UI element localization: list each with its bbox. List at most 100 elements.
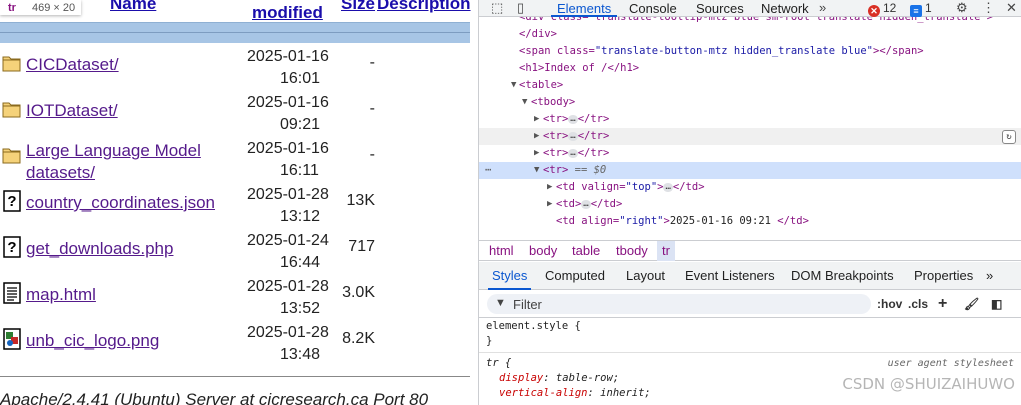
file-link[interactable]: CICDataset/ bbox=[26, 54, 236, 76]
tab-layout[interactable]: Layout bbox=[626, 262, 665, 290]
highlighted-row-overlay bbox=[0, 22, 470, 43]
table-row: unb_cic_logo.png 2025-01-28 13:48 8.2K bbox=[0, 324, 476, 370]
table-row: ? get_downloads.php 2025-01-24 16:44 717 bbox=[0, 232, 476, 278]
dom-node[interactable]: ▼ <table> bbox=[479, 77, 1021, 94]
message-count-badge[interactable]: ≡ 1 bbox=[910, 1, 932, 17]
more-subtabs-icon[interactable]: » bbox=[986, 262, 993, 290]
dom-node-td[interactable]: ▶ <td>… </td> bbox=[479, 196, 1021, 213]
modified-date: 2025-01-16 09:21 bbox=[247, 94, 329, 133]
tab-sources[interactable]: Sources bbox=[696, 0, 744, 17]
styles-subtabs: Styles Computed Layout Event Listeners D… bbox=[479, 262, 1021, 290]
file-size: - bbox=[369, 146, 375, 163]
class-toggle[interactable]: .cls bbox=[908, 295, 928, 313]
tab-properties[interactable]: Properties bbox=[914, 262, 973, 290]
collapsed-triangle-icon[interactable]: ▶ bbox=[534, 111, 539, 128]
column-header-modified[interactable]: modified bbox=[252, 3, 323, 23]
toggle-sidebar-icon[interactable]: ◧ bbox=[991, 295, 1002, 313]
file-link[interactable]: IOTDataset/ bbox=[26, 100, 236, 122]
expand-triangle-icon[interactable]: ▼ bbox=[534, 162, 539, 179]
dom-node-tr[interactable]: ▶ <tr>… </tr> ↻ bbox=[479, 128, 1021, 145]
dom-node[interactable]: <h1>Index of /</h1> bbox=[479, 60, 1021, 77]
modified-date: 2025-01-28 13:12 bbox=[247, 186, 329, 225]
tr-rule-selector[interactable]: tr { bbox=[486, 356, 511, 371]
dom-node[interactable]: <span class="translate-button-mtz hidden… bbox=[479, 43, 1021, 60]
breadcrumb-html[interactable]: html bbox=[489, 241, 514, 261]
folder-icon bbox=[2, 148, 21, 164]
css-declaration[interactable]: vertical-align: inherit; bbox=[499, 386, 651, 401]
svg-text:?: ? bbox=[7, 239, 16, 256]
dom-node-tr-selected[interactable]: ⋯ ▼ <tr> == $0 bbox=[479, 162, 1021, 179]
file-size: 717 bbox=[348, 238, 375, 255]
tab-event-listeners[interactable]: Event Listeners bbox=[685, 262, 775, 290]
dom-node-td[interactable]: ▶ <td valign="top">… </td> bbox=[479, 179, 1021, 196]
dom-node[interactable]: ▼ <tbody> bbox=[479, 94, 1021, 111]
element-style-rule[interactable]: element.style { bbox=[486, 319, 581, 334]
file-size: 3.0K bbox=[342, 284, 375, 301]
listing-divider bbox=[0, 376, 470, 377]
more-actions-icon[interactable]: ⋯ bbox=[485, 162, 491, 179]
collapsed-triangle-icon[interactable]: ▶ bbox=[547, 196, 552, 213]
breadcrumb-body[interactable]: body bbox=[529, 241, 557, 261]
column-header-size[interactable]: Size bbox=[341, 0, 375, 14]
more-tabs-icon[interactable]: » bbox=[819, 1, 833, 15]
column-header-description[interactable]: Description bbox=[377, 0, 471, 14]
tab-computed[interactable]: Computed bbox=[545, 262, 605, 290]
breadcrumb-tr[interactable]: tr bbox=[657, 241, 675, 261]
dom-node-tr[interactable]: ▶ <tr>… </tr> bbox=[479, 111, 1021, 128]
server-signature: Apache/2.4.41 (Ubuntu) Server at cicrese… bbox=[0, 390, 429, 405]
filter-field[interactable]: ▼ bbox=[487, 294, 871, 314]
hover-state-toggle[interactable]: :hov bbox=[877, 295, 902, 313]
tab-console[interactable]: Console bbox=[629, 0, 677, 17]
file-link[interactable]: unb_cic_logo.png bbox=[26, 330, 236, 352]
collapsed-triangle-icon[interactable]: ▶ bbox=[534, 145, 539, 162]
file-link[interactable]: country_coordinates.json bbox=[26, 192, 236, 214]
tab-styles[interactable]: Styles bbox=[487, 262, 532, 290]
filter-icon: ▼ bbox=[495, 297, 506, 309]
breadcrumb-tbody[interactable]: tbody bbox=[616, 241, 648, 261]
paint-brush-icon[interactable]: 🖌 bbox=[964, 295, 979, 313]
modified-date: 2025-01-24 16:44 bbox=[247, 232, 329, 271]
file-size: - bbox=[369, 100, 375, 117]
tooltip-dimensions: 469 × 20 bbox=[31, 1, 76, 14]
dom-node-td[interactable]: <td align="right">2025-01-16 09:21 </td> bbox=[479, 213, 1021, 230]
dom-node[interactable]: <div class="translate-tooltip-mtz blue s… bbox=[479, 17, 1021, 26]
collapsed-triangle-icon[interactable]: ▶ bbox=[534, 128, 539, 145]
close-icon[interactable]: ✕ bbox=[1006, 1, 1020, 15]
table-row: Large Language Model datasets/ 2025-01-16… bbox=[0, 140, 476, 186]
rule-close: } bbox=[486, 335, 493, 347]
file-size: 8.2K bbox=[342, 330, 375, 347]
add-rule-icon[interactable]: + bbox=[938, 295, 947, 313]
unknown-file-icon: ? bbox=[3, 236, 21, 258]
file-size: 13K bbox=[346, 192, 375, 209]
filter-input[interactable] bbox=[513, 296, 853, 312]
gear-icon[interactable]: ⚙ bbox=[956, 1, 970, 15]
modified-date: 2025-01-28 13:52 bbox=[247, 278, 329, 317]
error-count-badge[interactable]: ✕ 12 bbox=[868, 1, 896, 17]
inspect-element-icon[interactable]: ⬚ bbox=[491, 1, 505, 15]
dom-tree: <div class="translate-tooltip-mtz blue s… bbox=[479, 17, 1021, 239]
ai-assist-icon[interactable]: ↻ bbox=[1002, 130, 1016, 144]
file-link[interactable]: map.html bbox=[26, 284, 236, 306]
tab-network[interactable]: Network bbox=[761, 0, 809, 17]
kebab-menu-icon[interactable]: ⋮ bbox=[982, 1, 996, 15]
breadcrumb: html body table tbody tr bbox=[479, 240, 1021, 261]
devtools-toolbar: ⬚ ▯ Elements Console Sources Network » ✕… bbox=[479, 0, 1021, 17]
tab-elements[interactable]: Elements bbox=[551, 0, 618, 17]
file-link[interactable]: get_downloads.php bbox=[26, 238, 236, 260]
tab-dom-breakpoints[interactable]: DOM Breakpoints bbox=[791, 262, 894, 290]
table-row: map.html 2025-01-28 13:52 3.0K bbox=[0, 278, 476, 324]
folder-icon bbox=[2, 56, 21, 72]
breadcrumb-table[interactable]: table bbox=[572, 241, 600, 261]
dom-node[interactable]: </div> bbox=[479, 26, 1021, 43]
collapsed-triangle-icon[interactable]: ▶ bbox=[547, 179, 552, 196]
folder-icon bbox=[2, 102, 21, 118]
device-toolbar-icon[interactable]: ▯ bbox=[517, 1, 531, 15]
file-link[interactable]: Large Language Model datasets/ bbox=[26, 140, 236, 184]
image-file-icon bbox=[3, 328, 21, 350]
expand-triangle-icon[interactable]: ▼ bbox=[522, 94, 527, 111]
expand-triangle-icon[interactable]: ▼ bbox=[511, 77, 516, 94]
column-header-name[interactable]: Name bbox=[110, 0, 156, 14]
styles-filter-bar: ▼ :hov .cls + 🖌 ◧ bbox=[479, 290, 1021, 318]
dom-node-tr[interactable]: ▶ <tr>… </tr> bbox=[479, 145, 1021, 162]
css-declaration[interactable]: display: table-row; bbox=[499, 371, 619, 386]
